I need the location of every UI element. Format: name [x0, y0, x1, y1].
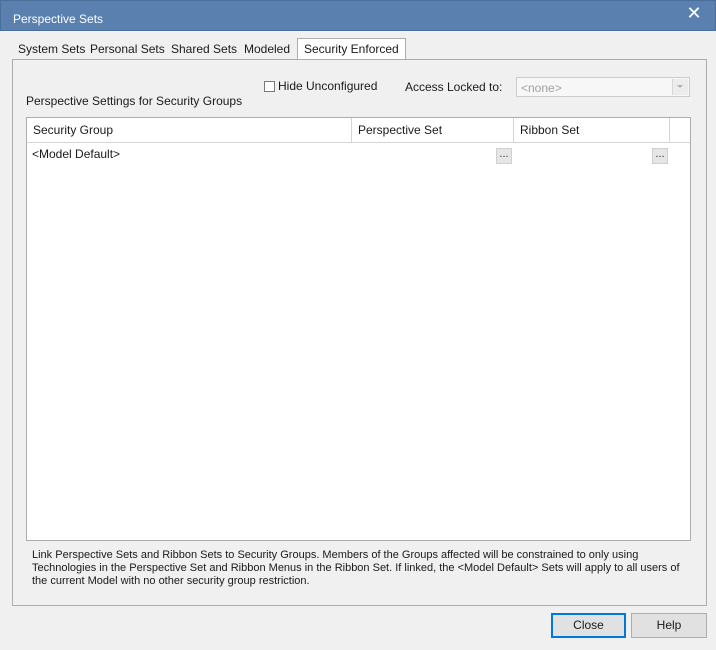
access-locked-value: <none>	[521, 81, 562, 95]
grid-header: Security Group Perspective Set Ribbon Se…	[27, 118, 690, 143]
ribbon-set-browse-button[interactable]: ...	[652, 148, 668, 164]
title-bar: Perspective Sets ✕	[0, 0, 716, 31]
perspective-set-browse-button[interactable]: ...	[496, 148, 512, 164]
chevron-down-icon	[677, 85, 683, 88]
access-locked-select[interactable]: <none>	[516, 77, 690, 97]
tab-system-sets[interactable]: System Sets	[12, 39, 91, 60]
tab-modeled[interactable]: Modeled	[238, 39, 296, 60]
window-title: Perspective Sets	[13, 12, 104, 26]
security-group-grid[interactable]: Security Group Perspective Set Ribbon Se…	[26, 117, 691, 541]
section-label: Perspective Settings for Security Groups	[26, 94, 243, 108]
hide-unconfigured-checkbox[interactable]	[264, 81, 275, 92]
help-description: Link Perspective Sets and Ribbon Sets to…	[32, 549, 680, 587]
tab-security-enforced[interactable]: Security Enforced	[297, 38, 406, 60]
table-row[interactable]: <Model Default> ... ...	[27, 144, 690, 166]
column-header-security-group[interactable]: Security Group	[27, 118, 352, 142]
column-header-ribbon-set[interactable]: Ribbon Set	[514, 118, 670, 142]
hide-unconfigured-label[interactable]: Hide Unconfigured	[278, 79, 377, 93]
access-locked-label: Access Locked to:	[405, 80, 503, 94]
security-group-cell: <Model Default>	[32, 147, 121, 161]
close-button[interactable]: Close	[551, 613, 626, 638]
tab-personal-sets[interactable]: Personal Sets	[84, 39, 171, 60]
close-icon[interactable]: ✕	[681, 3, 707, 25]
dropdown-button[interactable]	[672, 79, 688, 95]
tab-shared-sets[interactable]: Shared Sets	[165, 39, 243, 60]
help-button[interactable]: Help	[631, 613, 707, 638]
column-header-perspective-set[interactable]: Perspective Set	[352, 118, 514, 142]
